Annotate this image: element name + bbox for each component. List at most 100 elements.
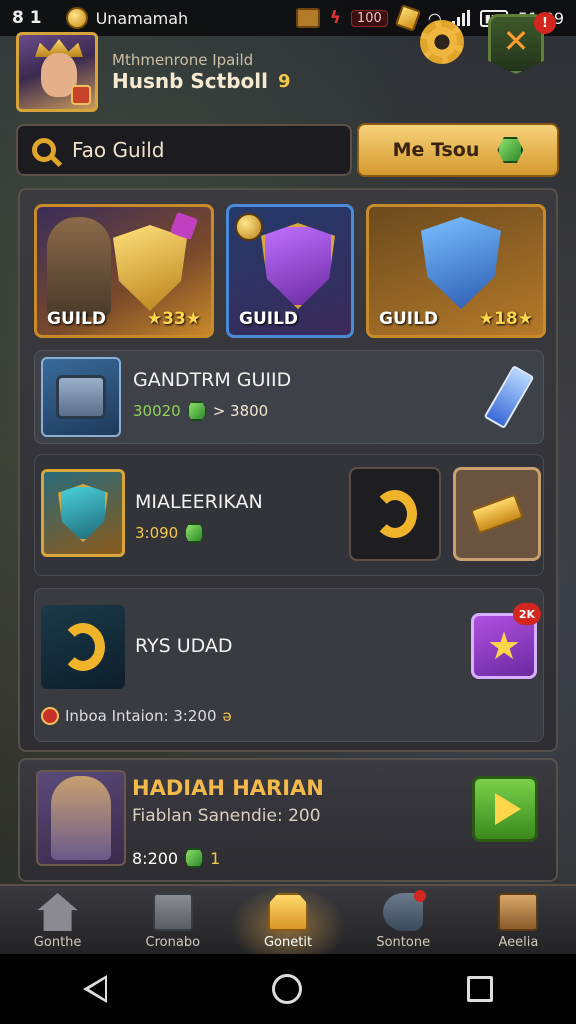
app-coin-icon — [65, 7, 88, 29]
guild-tile-stars: ★18★ — [478, 309, 533, 329]
guild-tile-label: GUILD — [239, 309, 299, 329]
hook-icon — [373, 490, 417, 538]
gold-bar-button[interactable] — [453, 467, 541, 561]
value-b: > 3800 — [212, 402, 269, 420]
daily-title: HADIAH HARIAN — [132, 776, 324, 800]
profile-name: Husnb Sctboll — [112, 69, 268, 93]
blue-shield-icon — [421, 217, 501, 309]
gold-shield-icon — [113, 225, 187, 311]
nav-item-crate[interactable]: Aeelia — [461, 886, 576, 954]
avatar-badge-icon — [71, 85, 91, 105]
profile-header: Mthmenrone Ipaild Husnb Sctboll 9 — [16, 30, 560, 114]
nav-label: Gonthe — [33, 935, 82, 950]
horn-box — [41, 605, 125, 689]
nav-label: Aeelia — [498, 935, 539, 950]
chest-icon — [56, 375, 106, 419]
stat-value: 100 — [350, 9, 388, 27]
signal-indicator: 8 1 — [12, 8, 42, 28]
green-gem-icon — [184, 848, 205, 868]
daily-value-row: 8:200 1 — [132, 848, 220, 868]
crystal-icon — [483, 365, 535, 429]
nav-item-box[interactable]: Cronabo — [115, 886, 230, 954]
grand-guild-row[interactable]: GANDTRM GUIID 30020 > 3800 — [34, 350, 544, 444]
hook-button[interactable] — [349, 467, 441, 561]
play-icon — [495, 793, 521, 825]
system-nav-bar — [0, 954, 576, 1024]
avatar[interactable] — [16, 32, 98, 112]
row-values: 3:090 — [135, 523, 205, 543]
green-gem-icon — [184, 523, 205, 543]
star-icon: ★ — [486, 624, 522, 668]
guild-tile-label: GUILD — [379, 309, 439, 329]
chest-icon — [295, 8, 320, 28]
hero-figure — [47, 217, 111, 317]
gold-gem-icon — [394, 4, 421, 32]
guild-tile-1[interactable]: GUILD ★33★ — [34, 204, 214, 338]
my-guild-tab-label: Me Tsou — [392, 139, 480, 161]
daily-value: 8:200 — [132, 848, 179, 868]
nav-label: Cronabo — [145, 935, 201, 950]
knight-portrait — [36, 770, 126, 866]
red-x-icon — [41, 707, 59, 725]
shield-box — [41, 469, 125, 557]
red-alert-icon: ϟ — [329, 8, 341, 28]
guild-tile-3[interactable]: GUILD ★18★ — [366, 204, 546, 338]
app-name: Unamamah — [95, 8, 189, 28]
guild-tiles: GUILD ★33★ GUILD GUILD ★18★ — [34, 204, 546, 338]
nav-item-guild[interactable]: Gonetit — [230, 886, 346, 954]
row-title: MIALEERIKAN — [135, 491, 263, 513]
green-gem-icon — [186, 401, 207, 421]
guild-tile-stars: ★33★ — [146, 309, 201, 329]
nav-item-cannon[interactable]: Sontone — [346, 886, 461, 954]
gold-coin-icon: ǝ — [222, 707, 232, 725]
guild-chest-box — [41, 357, 121, 437]
nav-label: Gonetit — [263, 935, 313, 950]
profile-name-row: Husnb Sctboll 9 — [112, 69, 291, 93]
my-guild-tab[interactable]: Me Tsou — [357, 123, 559, 177]
search-icon — [32, 138, 56, 162]
guild-search-input[interactable]: Fao Guild — [16, 124, 352, 176]
search-text: Fao Guild — [72, 138, 165, 162]
row-info-text: Inboa Intaion: 3:200 — [65, 707, 217, 725]
nav-item-home[interactable]: Gonthe — [0, 886, 115, 954]
gold-ingot-icon — [470, 493, 524, 535]
profile-info: Mthmenrone Ipaild Husnb Sctboll 9 — [112, 51, 291, 93]
settings-gear-icon[interactable] — [420, 20, 464, 64]
nav-alert-dot — [413, 890, 426, 902]
coin-icon — [235, 213, 263, 241]
back-icon[interactable] — [82, 975, 107, 1003]
row-values: 30020 > 3800 — [133, 401, 268, 421]
notification-badge: ! — [534, 12, 556, 34]
guild-icon — [268, 893, 308, 931]
green-gem-icon — [497, 137, 524, 163]
mileerikan-row[interactable]: MIALEERIKAN 3:090 — [34, 454, 544, 576]
recent-apps-icon[interactable] — [467, 976, 494, 1002]
guild-panel: GUILD ★33★ GUILD GUILD ★18★ GANDTRM GUII… — [18, 188, 558, 752]
shield-icon — [58, 484, 108, 542]
home-circle-icon[interactable] — [271, 974, 302, 1004]
row-title: RYS UDAD — [135, 635, 233, 657]
value: 3:090 — [135, 524, 179, 542]
guild-tile-2[interactable]: GUILD — [226, 204, 354, 338]
daily-count: 1 — [210, 848, 221, 868]
nav-label: Sontone — [376, 935, 431, 950]
daily-reward-card[interactable]: HADIAH HARIAN Fiablan Sanendie: 200 8:20… — [18, 758, 558, 882]
claim-play-button[interactable] — [472, 776, 538, 842]
rys-udad-row[interactable]: RYS UDAD ★ 2K Inboa Intaion: 3:200 ǝ — [34, 588, 544, 742]
profile-subtitle: Mthmenrone Ipaild — [112, 51, 254, 69]
crate-icon — [498, 893, 539, 931]
row-info: Inboa Intaion: 3:200 ǝ — [41, 707, 232, 725]
box-icon — [152, 893, 193, 931]
purple-shield-icon — [261, 223, 335, 309]
row-title: GANDTRM GUIID — [133, 369, 292, 391]
knight-icon — [51, 776, 111, 860]
horn-icon — [61, 623, 105, 671]
star-badge: 2K — [513, 603, 541, 625]
bottom-nav: Gonthe Cronabo Gonetit Sontone Aeelia — [0, 884, 576, 954]
profile-level: 9 — [278, 70, 291, 92]
home-icon — [37, 893, 78, 931]
value-a: 30020 — [133, 402, 181, 420]
daily-subtitle: Fiablan Sanendie: 200 — [132, 806, 321, 826]
guild-tile-label: GUILD — [47, 309, 107, 329]
close-icon: ✕ — [502, 22, 530, 60]
